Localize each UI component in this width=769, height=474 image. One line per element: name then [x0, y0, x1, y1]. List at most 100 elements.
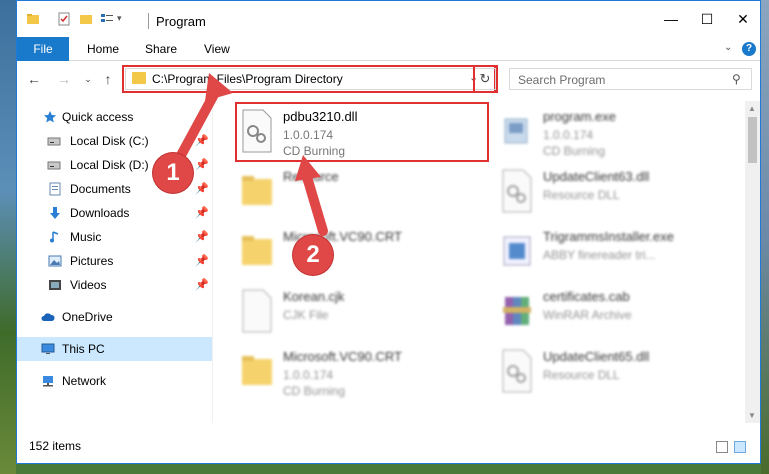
drive-icon: [47, 137, 61, 146]
sidebar-item-label: This PC: [62, 342, 105, 356]
vertical-scrollbar[interactable]: ▲ ▼: [745, 101, 760, 423]
file-type: Resource DLL: [543, 368, 620, 382]
pin-icon: 📌: [195, 279, 209, 291]
sidebar-item-network[interactable]: Network: [17, 369, 212, 393]
window-title: Program: [156, 14, 206, 29]
scroll-up-icon[interactable]: ▲: [748, 104, 756, 113]
dll-gear-icon: [502, 349, 532, 393]
sidebar-item-music[interactable]: Music 📌: [17, 225, 212, 249]
scroll-down-icon[interactable]: ▼: [748, 411, 756, 420]
star-icon: [44, 111, 56, 123]
file-item-microsoft-vc90-crt-2[interactable]: Microsoft.VC90.CRT 1.0.0.174 CD Burning: [233, 343, 473, 401]
search-input[interactable]: Search Program ⚲: [509, 68, 752, 90]
back-arrow-icon[interactable]: ←: [25, 70, 43, 88]
file-type: Resource DLL: [543, 188, 620, 202]
exe-icon: [504, 118, 528, 144]
file-icon: [242, 289, 272, 333]
search-placeholder: Search Program: [518, 73, 606, 87]
status-bar: 152 items: [17, 431, 760, 461]
sidebar-item-label: Quick access: [62, 110, 134, 124]
chevron-down-icon[interactable]: ⌄: [724, 42, 732, 53]
sidebar-item-pictures[interactable]: Pictures 📌: [17, 249, 212, 273]
new-folder-icon[interactable]: [79, 12, 93, 26]
file-version: 1.0.0.174: [543, 128, 594, 142]
maximize-button[interactable]: ☐: [693, 7, 721, 31]
large-icons-view-icon[interactable]: [734, 441, 746, 453]
folder-icon: [242, 356, 272, 385]
videos-icon: [49, 280, 61, 290]
desktop-background-left: [0, 0, 16, 474]
sidebar-item-label: Documents: [70, 182, 131, 196]
desktop-background-right: [761, 0, 769, 474]
tab-file[interactable]: File: [17, 37, 69, 61]
cloud-icon: [41, 313, 55, 321]
callout-arrow-1: [174, 73, 233, 164]
pictures-icon: [48, 255, 62, 267]
file-type: WinRAR Archive: [543, 308, 632, 322]
scrollbar-thumb[interactable]: [748, 117, 757, 163]
sidebar-item-label: Pictures: [70, 254, 114, 268]
help-icon[interactable]: ?: [742, 42, 756, 56]
file-name: Korean.cjk: [283, 289, 345, 304]
tab-share[interactable]: Share: [133, 37, 189, 61]
file-name: TrigrammsInstaller.exe: [543, 229, 674, 244]
file-name: certificates.cab: [543, 289, 630, 304]
file-item-updateclient63[interactable]: UpdateClient63.dll Resource DLL: [493, 163, 733, 221]
file-item-trigrammsinstaller[interactable]: TrigrammsInstaller.exe ABBY finereader t…: [493, 223, 733, 281]
title-separator: [148, 13, 149, 29]
qa-dropdown-icon[interactable]: ▾: [117, 13, 122, 24]
computer-icon: [41, 343, 55, 354]
minimize-button[interactable]: —: [657, 7, 685, 31]
file-description: CD Burning: [283, 384, 346, 398]
pin-icon: 📌: [195, 231, 209, 243]
callout-step-1: 1: [153, 153, 193, 193]
file-type: CJK File: [283, 308, 329, 322]
sidebar-item-videos[interactable]: Videos 📌: [17, 273, 212, 297]
refresh-highlight-box: [473, 65, 498, 93]
sidebar-item-label: OneDrive: [62, 310, 113, 324]
close-button[interactable]: ✕: [729, 7, 757, 31]
network-icon: [43, 376, 53, 387]
sidebar-item-label: Local Disk (C:): [70, 134, 149, 148]
sidebar-item-label: Network: [62, 374, 107, 388]
item-count: 152 items: [29, 439, 82, 453]
sidebar-item-onedrive[interactable]: OneDrive: [17, 305, 212, 329]
tab-home[interactable]: Home: [75, 37, 131, 61]
sidebar-item-label: Downloads: [70, 206, 130, 220]
tab-view[interactable]: View: [192, 37, 242, 61]
customize-toolbar-icon[interactable]: [100, 12, 114, 26]
file-name: program.exe: [543, 109, 616, 124]
file-item-program-exe[interactable]: program.exe 1.0.0.174 CD Burning: [493, 103, 733, 161]
file-name: Microsoft.VC90.CRT: [283, 349, 402, 364]
pin-icon: 📌: [195, 255, 209, 267]
file-name: UpdateClient65.dll: [543, 349, 650, 364]
navigation-bar: ← → ⌄ ↑ C:\Program Files\Program Directo…: [17, 62, 760, 98]
callout-arrow-2: [295, 155, 328, 236]
file-description: CD Burning: [543, 144, 606, 158]
sidebar-item-this-pc[interactable]: This PC: [17, 337, 212, 361]
ribbon-tabs: File Home Share View ⌄ ?: [17, 37, 760, 61]
sidebar-item-label: Music: [70, 230, 102, 244]
file-name: UpdateClient63.dll: [543, 169, 650, 184]
dll-gear-icon: [502, 169, 532, 213]
documents-icon: [49, 182, 61, 196]
title-bar: ▾ Program — ☐ ✕: [17, 1, 760, 37]
file-item-korean-cjk[interactable]: Korean.cjk CJK File: [233, 283, 473, 341]
callout-step-2: 2: [293, 235, 333, 275]
folder-icon: [242, 236, 272, 265]
drive-icon: [47, 161, 61, 170]
file-item-updateclient65[interactable]: UpdateClient65.dll Resource DLL: [493, 343, 733, 401]
sidebar-item-label: Videos: [70, 278, 107, 292]
up-arrow-icon[interactable]: ↑: [99, 70, 117, 88]
download-icon: [50, 207, 60, 219]
forward-arrow-icon[interactable]: →: [55, 70, 73, 88]
winrar-icon: [503, 297, 531, 325]
file-version: 1.0.0.174: [283, 368, 334, 382]
properties-icon[interactable]: [57, 12, 71, 26]
file-type: ABBY finereader tri...: [543, 248, 656, 262]
details-view-icon[interactable]: [716, 441, 728, 453]
file-item-certificates-cab[interactable]: certificates.cab WinRAR Archive: [493, 283, 733, 341]
installer-icon: [503, 236, 531, 266]
search-icon: ⚲: [732, 72, 741, 86]
recent-locations-icon[interactable]: ⌄: [79, 70, 97, 88]
